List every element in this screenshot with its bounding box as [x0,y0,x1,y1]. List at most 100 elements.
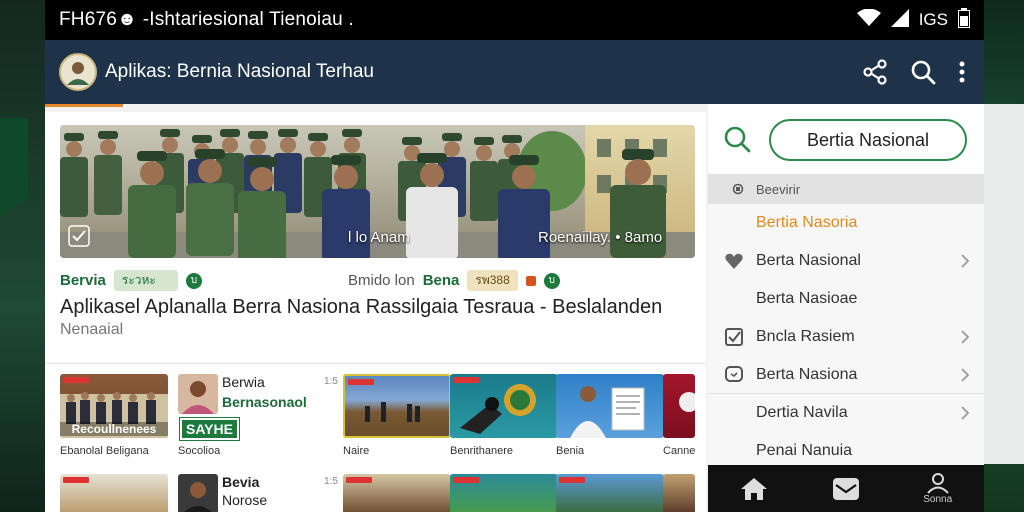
thumbnail-portrait[interactable] [178,474,218,512]
category-pill-2: รพ388 [467,270,518,291]
tile-label: Canne [663,445,696,457]
field-illustration [365,402,420,422]
sidebar-menu: Bertia Nasoria Berta Nasional Berta Nasi… [708,204,984,470]
search-icon[interactable] [910,59,936,85]
bottom-nav-home[interactable] [740,476,768,502]
category-label[interactable]: Bervia [60,272,106,289]
tile-title-1[interactable]: Bevia [222,474,259,490]
bottom-nav-mail[interactable] [832,476,860,502]
category-label-2[interactable]: Bena [423,272,460,289]
sidebar-search-row [708,104,984,174]
portrait-illustration [182,381,214,414]
phone-screen: FH676☻ -Ishtariesional Tienoiau . IGS Ap… [45,0,984,512]
background-left [0,0,45,512]
portrait-illustration [184,482,212,512]
thumbnail-tile[interactable] [663,374,695,438]
thumbnail-tile[interactable] [450,474,558,512]
thumbnail-grid: Recoullnenees Ebanolal Beligana Berwia B… [60,374,706,512]
background-panel [984,104,1024,464]
stamp-badge: SAYHE [179,417,240,441]
sidebar-item-label: Bncla Rasiem [756,328,855,345]
refresh-icon [732,183,744,195]
chevron-right-icon [961,406,970,420]
sidebar-item-label: Berta Nasional [756,252,861,269]
sidebar-item[interactable]: Dertia Navila [708,394,984,432]
bottom-nav-profile[interactable]: Sonna [923,472,952,505]
sidebar-item-label: Penai Nanuia [756,442,853,459]
tile-title-1[interactable]: Berwia [222,374,265,390]
tile-label: Benia [556,445,585,457]
sidebar-item[interactable]: Bncla Rasiem [708,318,984,356]
thumbnail-portrait[interactable] [178,374,218,414]
chevron-right-icon [961,254,970,268]
chevron-right-icon [961,330,970,344]
search-input[interactable] [769,119,967,161]
thumbnail-tile[interactable] [343,374,451,438]
news-feed: l lo Anam Roenaiilay. • 8amo Bervia ระวห… [45,112,706,512]
app-title: Aplikas: Bernia Nasional Terhau [105,61,374,82]
thumbnail-tile[interactable] [556,374,664,438]
tile-label: Socolioa [178,445,221,457]
signal-icon [890,8,909,32]
heart-icon [725,253,743,269]
thumbnail-tile[interactable] [663,474,695,512]
profile-icon [926,473,949,494]
battery-icon [958,7,970,33]
share-icon[interactable] [862,59,888,85]
avatar-icon [61,55,95,89]
sidebar-item-label: Berta Nasioae [756,290,858,307]
source-label: Bmido lon [348,272,415,289]
tile-count: 1:5 [324,376,338,387]
more-vertical-icon[interactable] [958,60,966,84]
tile-count: 1:5 [324,476,338,487]
article-headline[interactable]: Aplikasel Aplanalla Berra Nasiona Rassil… [60,296,662,319]
hero-caption-left: l lo Anam [348,229,410,246]
sidebar-item[interactable]: Berta Nasiona [708,356,984,394]
sidebar-item[interactable]: Berta Nasioae [708,280,984,318]
status-square [525,275,536,286]
gesture-illustration [460,384,536,434]
article-meta-left: Bervia ระวหะ บ [60,270,202,291]
tile-label: Naire [343,445,370,457]
thumbnail-tile[interactable] [343,474,451,512]
tile-overlay-text: Recoullnenees [60,422,168,436]
tile-label: Benrithanere [450,445,513,457]
sidebar-item-label: Berta Nasiona [756,365,858,383]
sidebar-item[interactable]: Berta Nasional [708,242,984,280]
thumbnail-tile[interactable] [450,374,558,438]
category-pill: ระวหะ [113,270,178,291]
app-bar: Aplikas: Bernia Nasional Terhau [45,40,984,104]
home-icon [740,477,767,500]
helmet-illustration [679,392,695,412]
thumbnail-tile[interactable] [556,474,664,512]
status-bar-text: FH676☻ -Ishtariesional Tienoiau . [59,9,354,30]
chevron-right-icon [961,368,970,382]
search-icon[interactable] [722,124,752,154]
checkmark-icon[interactable] [68,225,90,247]
divider [45,363,706,364]
hero-caption-right: Roenaiilay. • 8amo [538,229,663,246]
sidebar-item-label: Dertia Navila [756,404,848,421]
status-icons: IGS [856,7,970,33]
article-meta-row: Bervia ระวหะ บ Bmido lon Bena รพ388 บ [60,270,695,291]
app-logo[interactable] [59,53,97,91]
hero-image[interactable]: l lo Anam Roenaiilay. • 8amo [60,125,695,258]
chat-icon [725,366,743,382]
thumbnail-tile[interactable] [60,474,168,512]
bottom-nav-label: Sonna [923,494,953,505]
network-label: IGS [918,10,948,29]
sidebar-item-label: Bertia Nasoria [756,214,858,231]
checkbox-icon [725,328,743,346]
thumbnail-tile[interactable]: Recoullnenees [60,374,168,438]
menu-header: Beevirir [708,174,984,204]
sidebar-panel: Beevirir Bertia Nasoria Berta Nasional B… [708,104,984,512]
bottom-nav: Sonna [708,465,984,512]
badge-dot-2: บ [543,272,560,289]
wifi-icon [856,8,881,32]
mail-icon [832,477,859,500]
tile-title-2[interactable]: Bernasonaol [222,394,307,410]
tile-title-2[interactable]: Norose [222,492,267,508]
sidebar-item[interactable]: Bertia Nasoria [708,204,984,242]
active-tab-indicator [45,104,123,107]
badge-dot: บ [185,272,202,289]
